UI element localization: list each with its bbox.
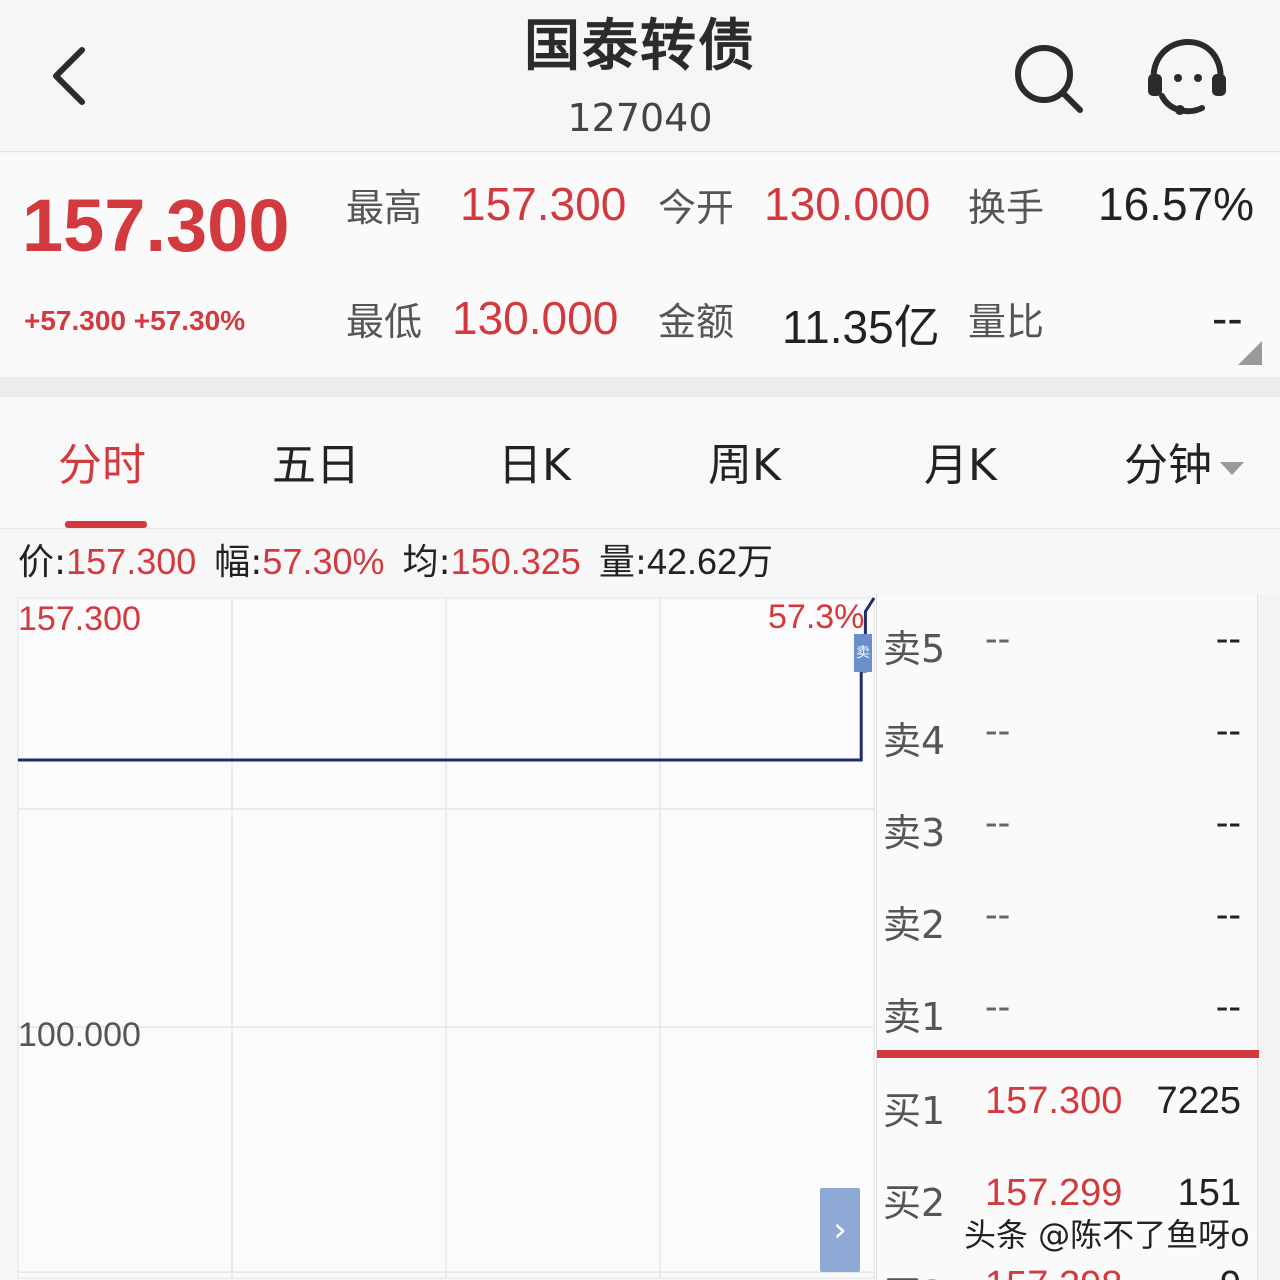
ask-price: -- [985, 802, 1011, 844]
chart-next-button[interactable]: › [820, 1188, 860, 1272]
avg-value: 150.325 [450, 541, 581, 582]
turnover-label: 换手 [968, 186, 1045, 230]
ask-price: -- [985, 618, 1011, 660]
ask-label: 卖3 [883, 811, 946, 855]
chevron-left-icon[interactable] [40, 40, 100, 112]
chart-canvas [17, 597, 876, 1279]
range-value: 57.30% [262, 541, 385, 582]
avg-key: 均: [402, 542, 451, 583]
expand-corner-icon[interactable] [1238, 341, 1262, 365]
customer-service-icon[interactable] [1140, 36, 1232, 120]
tab-minute-label: 分钟 [1124, 440, 1212, 491]
last-price: 157.300 [22, 184, 290, 267]
chart-tabs: 分时 五日 日K 周K 月K 分钟 [0, 397, 1280, 529]
security-code: 127040 [567, 96, 713, 140]
range-key: 幅: [214, 542, 263, 583]
book-divider [877, 1050, 1259, 1058]
ask-row: 卖3 -- -- [877, 796, 1259, 856]
ask-row: 卖5 -- -- [877, 612, 1259, 672]
tab-weekly-k[interactable]: 周K [708, 429, 781, 493]
search-icon[interactable] [1008, 40, 1088, 116]
bid-label: 买2 [883, 1181, 946, 1225]
sell-marker: 卖 [854, 634, 872, 672]
low-value: 130.000 [452, 292, 619, 344]
y-top-label: 157.300 [18, 600, 141, 638]
chevron-down-icon [1220, 461, 1244, 475]
bid-volume: 7225 [1156, 1080, 1241, 1122]
tab-minute[interactable]: 分钟 [1124, 429, 1244, 493]
intraday-chart[interactable]: 157.300 100.000 57.3% 卖 › [0, 594, 876, 1280]
ask-volume: -- [1215, 986, 1241, 1028]
ask-volume: -- [1215, 802, 1241, 844]
ask-volume: -- [1215, 618, 1241, 660]
open-value: 130.000 [764, 178, 931, 230]
ask-price: -- [985, 986, 1011, 1028]
tab-five-day[interactable]: 五日 [272, 429, 360, 493]
ask-price: -- [985, 894, 1011, 936]
ask-label: 卖5 [883, 627, 946, 671]
active-tab-indicator [65, 521, 147, 528]
ask-volume: -- [1215, 710, 1241, 752]
tab-monthly-k[interactable]: 月K [924, 429, 997, 493]
pct-top-label: 57.3% [768, 598, 865, 636]
ask-label: 卖2 [883, 903, 946, 947]
bid-label: 买3 [883, 1264, 945, 1280]
bid-label: 买1 [883, 1089, 946, 1133]
amount-value: 11.35亿 [782, 301, 940, 353]
bid-row: 买3 157.298 9 [877, 1258, 1259, 1280]
order-book: 卖5 -- -- 卖4 -- -- 卖3 -- -- 卖2 -- -- 卖1 -… [876, 594, 1259, 1280]
ask-row: 卖4 -- -- [877, 704, 1259, 764]
app-header: 国泰转债 127040 [0, 0, 1280, 152]
section-gap [0, 377, 1280, 397]
vol-value: 42.62万 [646, 541, 774, 582]
bid-price: 157.299 [985, 1172, 1123, 1214]
watermark: 头条 @陈不了鱼呀o [964, 1216, 1250, 1254]
bid-volume: 151 [1177, 1172, 1241, 1214]
amount-label: 金额 [658, 300, 735, 344]
title-block: 国泰转债 127040 [340, 14, 940, 140]
open-label: 今开 [658, 186, 735, 230]
bid-row: 买1 157.300 7225 [877, 1074, 1259, 1134]
volume-ratio-value: -- [1212, 292, 1243, 344]
page-title: 国泰转债 [524, 14, 756, 79]
low-label: 最低 [346, 300, 423, 344]
turnover-value: 16.57% [1098, 178, 1255, 230]
vol-key: 量: [598, 542, 647, 583]
ask-row: 卖2 -- -- [877, 888, 1259, 948]
tab-daily-k[interactable]: 日K [498, 429, 571, 493]
ask-label: 卖1 [883, 995, 946, 1039]
volume-ratio-label: 量比 [968, 300, 1045, 344]
bid-price: 157.298 [985, 1264, 1122, 1280]
price-change: +57.300 +57.30% [24, 305, 246, 336]
chart-info-line: 价:157.300 幅:57.30% 均:150.325 量:42.62万 [0, 530, 1280, 594]
quote-panel: 157.300 +57.300 +57.30% 最高 157.300 今开 13… [0, 153, 1280, 377]
ask-volume: -- [1215, 894, 1241, 936]
bid-volume: 9 [1220, 1264, 1241, 1280]
price-value: 157.300 [66, 541, 197, 582]
tab-intraday[interactable]: 分时 [58, 429, 146, 493]
ask-row: 卖1 -- -- [877, 980, 1259, 1040]
ask-price: -- [985, 710, 1011, 752]
ask-label: 卖4 [883, 719, 946, 763]
price-key: 价: [18, 542, 67, 583]
y-mid-label: 100.000 [18, 1016, 141, 1054]
high-value: 157.300 [460, 178, 627, 230]
bid-price: 157.300 [985, 1080, 1123, 1122]
high-label: 最高 [346, 186, 423, 230]
